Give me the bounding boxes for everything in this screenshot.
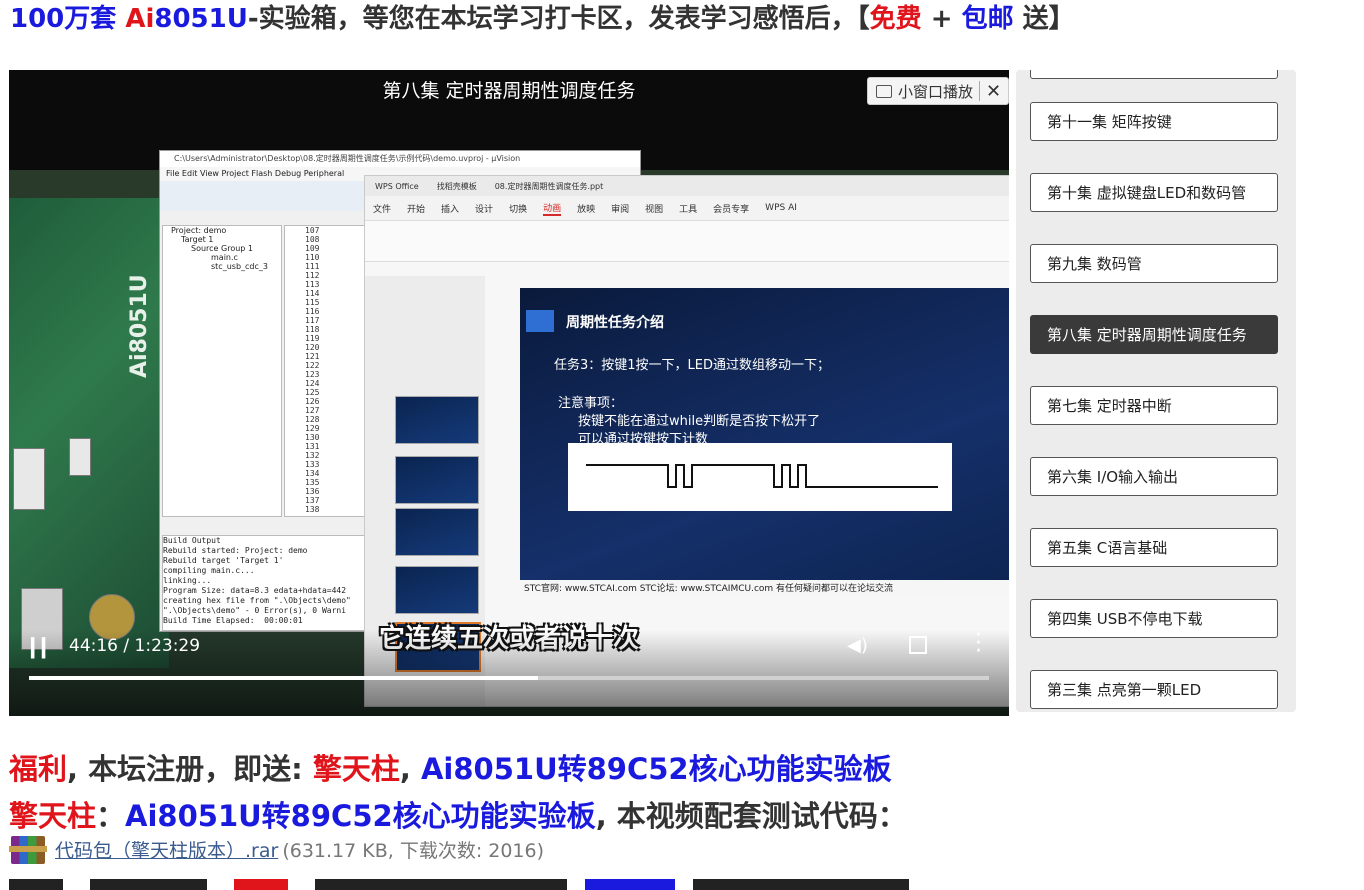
- code-line-board: Ai8051U转89C52核心功能实验板: [125, 799, 596, 833]
- ribbon-item: 文件: [373, 204, 392, 215]
- promo-banner: 100万套 Ai8051U-实验箱，等您在本坛学习打卡区，发表学习感悟后，【免费…: [10, 2, 1350, 36]
- code-line-colon: ：: [96, 799, 126, 833]
- ribbon-item: 切换: [509, 204, 528, 215]
- slide-canvas: 周期性任务介绍 任务3：按键1按一下，LED通过数组移动一下； 注意事项： 按键…: [520, 288, 1009, 598]
- board-label: Ai8051U: [127, 274, 152, 378]
- ribbon-item: 设计: [475, 204, 494, 215]
- episode-button-partial[interactable]: [1030, 70, 1278, 79]
- tree-item: main.c: [211, 253, 238, 262]
- attachment-meta: (631.17 KB, 下载次数: 2016): [282, 839, 545, 862]
- episode-button[interactable]: 第九集 数码管: [1030, 244, 1278, 283]
- promo-count: 100万套: [10, 4, 126, 34]
- tree-item: stc_usb_cdc_3: [211, 262, 268, 271]
- slide-thumbnail: [395, 566, 479, 614]
- code-line-text: , 本视频配套测试代码：: [595, 799, 907, 833]
- wps-tabs: WPS Office 找稻壳模板 08.定时器周期性调度任务.ppt: [365, 176, 1009, 196]
- pause-icon[interactable]: ▎▎: [31, 638, 56, 659]
- slide-footer: STC官网: www.STCAI.com STC论坛: www.STCAIMCU…: [520, 580, 1009, 598]
- episode-list: 第十一集 矩阵按键 第十集 虚拟键盘LED和数码管 第九集 数码管 第八集 定时…: [1016, 70, 1296, 712]
- video-player[interactable]: Ai8051U C:\Users\Administrator\Desktop\0…: [9, 70, 1009, 716]
- close-icon[interactable]: ✕: [986, 81, 1001, 102]
- video-title: 第八集 定时器周期性调度任务: [382, 80, 636, 102]
- progress-bar[interactable]: [29, 676, 989, 680]
- rar-archive-icon: [9, 832, 47, 866]
- promo-model: 8051U: [154, 4, 248, 34]
- promo-free: 免费: [869, 4, 922, 34]
- slide-thumbnail: [395, 508, 479, 556]
- episode-button[interactable]: 第六集 I/O输入输出: [1030, 457, 1278, 496]
- code-line-product: 擎天柱: [9, 799, 97, 833]
- tree-item: Project: demo: [171, 226, 227, 235]
- waveform-graphic: [586, 464, 938, 488]
- ribbon-item: 视图: [645, 204, 664, 215]
- episode-button-active[interactable]: 第八集 定时器周期性调度任务: [1030, 315, 1278, 354]
- ribbon-item: 审阅: [611, 204, 630, 215]
- board-connector: [13, 448, 45, 510]
- mini-window-button[interactable]: 小窗口播放 ✕: [867, 77, 1009, 105]
- slide-title-bar: [526, 310, 554, 332]
- dev-board-image: Ai8051U: [9, 198, 169, 668]
- divider: [979, 81, 981, 101]
- episode-button[interactable]: 第十一集 矩阵按键: [1030, 102, 1278, 141]
- promo-text: -实验箱，等您在本坛学习打卡区，发表学习感悟后，【: [247, 4, 870, 34]
- benefit-text: , 本坛注册，即送:: [67, 752, 313, 786]
- wps-animation-toolbar: [365, 221, 1009, 262]
- promo-end: 送】: [1013, 4, 1075, 34]
- ide-titlebar: C:\Users\Administrator\Desktop\08.定时器周期性…: [160, 151, 640, 167]
- ribbon-item-active: 动画: [543, 201, 562, 216]
- benefit-comma: ,: [399, 752, 421, 786]
- ribbon-item: 插入: [441, 204, 460, 215]
- attachment-row: 代码包（擎天柱版本）.rar (631.17 KB, 下载次数: 2016): [9, 832, 544, 866]
- more-options-icon[interactable]: · · ·: [975, 625, 982, 663]
- slide-waveform: [568, 443, 952, 511]
- promo-shipping: 包邮: [961, 4, 1014, 34]
- wps-tab: 找稻壳模板: [436, 181, 477, 191]
- episode-button[interactable]: 第七集 定时器中断: [1030, 386, 1278, 425]
- ide-build-output: Build Output Rebuild started: Project: d…: [162, 535, 374, 631]
- promo-ai: Ai: [125, 4, 155, 34]
- slide-title: 周期性任务介绍: [566, 315, 664, 331]
- benefit-line: 福利, 本坛注册，即送: 擎天柱, Ai8051U转89C52核心功能实验板: [9, 746, 892, 788]
- attachment-link[interactable]: 代码包（擎天柱版本）.rar: [55, 836, 278, 863]
- ribbon-item: 开始: [407, 204, 426, 215]
- tree-item: Source Group 1: [191, 244, 254, 253]
- episode-button[interactable]: 第五集 C语言基础: [1030, 528, 1278, 567]
- cut-off-text-line: [9, 870, 909, 890]
- promo-plus: +: [921, 4, 962, 34]
- ribbon-item: 放映: [577, 204, 596, 215]
- ribbon-item: WPS AI: [765, 203, 797, 213]
- mini-window-label: 小窗口播放: [898, 82, 974, 101]
- slide-note-heading: 注意事项：: [558, 396, 624, 411]
- episode-button[interactable]: 第十集 虚拟键盘LED和数码管: [1030, 173, 1278, 212]
- wps-tab: WPS Office: [375, 181, 419, 191]
- episode-button[interactable]: 第四集 USB不停电下载: [1030, 599, 1278, 638]
- time-display: 44:16 / 1:23:29: [69, 636, 201, 656]
- fullscreen-icon[interactable]: [909, 636, 927, 654]
- slide-thumbnail: [395, 456, 479, 504]
- wps-tab: 08.定时器周期性调度任务.ppt: [494, 181, 604, 191]
- video-controls: ▎▎ 44:16 / 1:23:29 ◀) · · ·: [9, 625, 1009, 716]
- slide-thumbnail: [395, 396, 479, 444]
- ribbon-item: 工具: [679, 204, 698, 215]
- ribbon-item: 会员专享: [713, 204, 750, 215]
- benefit-board: Ai8051U转89C52核心功能实验板: [420, 752, 892, 786]
- volume-icon[interactable]: ◀): [847, 635, 868, 656]
- benefit-product: 擎天柱: [312, 752, 400, 786]
- benefit-word: 福利: [9, 752, 68, 786]
- code-line: 擎天柱：Ai8051U转89C52核心功能实验板, 本视频配套测试代码：: [9, 793, 907, 835]
- tv-icon: [876, 84, 892, 98]
- wps-ribbon: 文件 开始 插入 设计 切换 动画 放映 审阅 视图 工具 会员专享 WPS A…: [365, 196, 1009, 221]
- board-jumper: [69, 438, 91, 476]
- ide-project-tree: Project: demo Target 1 Source Group 1 ma…: [162, 225, 282, 517]
- slide-task-text: 任务3：按键1按一下，LED通过数组移动一下；: [554, 358, 831, 373]
- episode-button[interactable]: 第三集 点亮第一颗LED: [1030, 670, 1278, 709]
- slide-note-1: 按键不能在通过while判断是否按下松开了: [578, 414, 821, 429]
- tree-item: Target 1: [181, 235, 214, 244]
- progress-fill: [29, 676, 538, 680]
